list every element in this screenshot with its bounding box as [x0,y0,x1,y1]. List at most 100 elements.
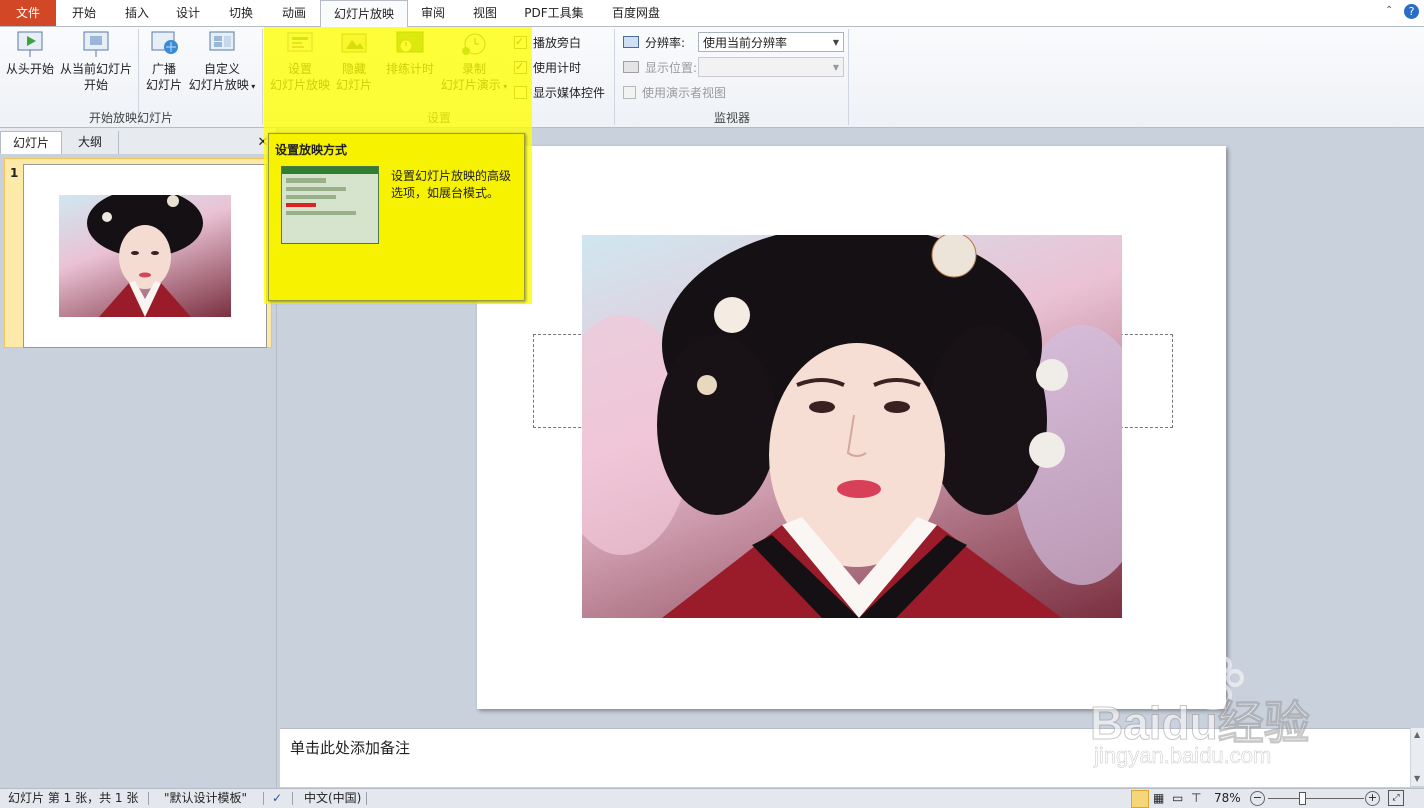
rehearse-label: 排练计时 [385,62,434,76]
setup-label-1: 设置 [287,62,312,76]
hide-slide-icon [339,29,369,59]
tab-view[interactable]: 视图 [460,0,510,26]
custom-show-icon [207,29,237,59]
tab-animations[interactable]: 动画 [268,0,320,26]
custom-slideshow-button[interactable]: 自定义 幻灯片放映 ▾ [186,29,258,95]
spell-check-icon[interactable]: ✓ [272,789,282,808]
group-separator [262,29,263,125]
chevron-down-icon: ▾ [248,82,256,91]
tab-file[interactable]: 文件 [0,0,56,26]
tab-baidu-netdisk[interactable]: 百度网盘 [598,0,674,26]
group-label-monitors: 监视器 [713,111,750,125]
fit-to-window-icon[interactable]: ⤢ [1388,790,1404,806]
tab-review[interactable]: 审阅 [406,0,460,26]
normal-view-icon[interactable] [1131,790,1149,808]
rehearse-timer-icon [395,29,425,59]
slide-number: 1 [10,166,19,180]
monitors-icon [623,61,639,73]
rehearse-timings-button[interactable]: 排练计时 [382,29,438,77]
chevron-down-icon: ▼ [832,63,839,72]
from-beginning-label: 从头开始 [5,62,54,76]
broadcast-button[interactable]: 广播 幻灯片 [142,29,186,93]
status-divider [292,792,293,805]
use-timings-checkbox[interactable]: 使用计时 [514,59,582,76]
theme-status[interactable]: "默认设计模板" [164,789,247,808]
display-on-label: 显示位置: [645,61,698,75]
notes-placeholder[interactable]: 单击此处添加备注 [290,737,410,758]
group-separator [614,29,615,125]
show-media-controls-checkbox[interactable]: 显示媒体控件 [514,85,605,101]
baidu-watermark: Baidu经验 jingyan.baidu.com [1090,656,1350,775]
tab-slides[interactable]: 幻灯片 [0,131,62,155]
setup-slideshow-button[interactable]: 设置 幻灯片放映 [268,29,332,93]
use-timings-label: 使用计时 [533,61,582,75]
display-on-label-row: 显示位置: [623,60,697,76]
broadcast-label-2: 幻灯片 [145,78,182,92]
presenter-view-label: 使用演示者视图 [642,86,727,100]
status-divider [366,792,367,805]
language-status[interactable]: 中文(中国) [304,789,361,808]
group-separator [848,29,849,125]
slide-thumbnail[interactable] [23,164,267,348]
scroll-up-icon[interactable]: ▲ [1414,730,1420,739]
zoom-slider-thumb[interactable] [1299,792,1306,805]
help-icon[interactable]: ? [1404,4,1419,19]
tooltip-description: 设置幻灯片放映的高级 选项，如展台模式。 [391,168,511,202]
checkbox-disabled[interactable] [623,86,636,99]
slide-sorter-icon[interactable]: ▦ [1153,789,1164,808]
pane-tabs: 幻灯片 大纲 ✕ [0,128,276,155]
zoom-level[interactable]: 78% [1214,789,1241,808]
checkbox-unchecked[interactable] [514,86,527,99]
tab-design[interactable]: 设计 [162,0,214,26]
hide-label-1: 隐藏 [341,62,366,76]
setup-label-2: 幻灯片放映 [269,78,330,92]
record-slideshow-button[interactable]: 录制 幻灯片演示 ▾ [438,29,510,95]
resolution-dropdown[interactable]: 使用当前分辨率 ▼ [698,32,844,52]
slide-count-status: 幻灯片 第 1 张，共 1 张 [8,791,139,805]
tab-insert[interactable]: 插入 [112,0,162,26]
from-current-label-2: 开始 [83,78,108,92]
display-on-dropdown[interactable]: ▼ [698,57,844,77]
tab-pdf-tools[interactable]: PDF工具集 [510,0,598,26]
collapse-ribbon-icon[interactable]: ⌃ [1385,5,1393,16]
portrait-image[interactable] [582,235,1122,618]
ribbon: 从头开始 从当前幻灯片 开始 广播 幻灯片 自定义 幻灯片放映 ▾ 开始放映幻灯… [0,27,1424,128]
slide-thumbnail-list: 1 [0,154,276,788]
broadcast-label-1: 广播 [151,62,176,76]
from-beginning-button[interactable]: 从头开始 [2,29,58,77]
tab-outline[interactable]: 大纲 [62,131,119,154]
chevron-down-icon: ▼ [832,38,839,47]
zoom-out-icon[interactable]: − [1250,791,1265,806]
setup-show-icon [285,29,315,59]
presenter-view-checkbox[interactable]: 使用演示者视图 [623,85,726,101]
show-media-label: 显示媒体控件 [533,86,606,100]
hide-label-2: 幻灯片 [335,78,372,92]
slideshow-view-icon[interactable]: ⊤ [1191,789,1201,808]
broadcast-icon [149,29,179,59]
from-current-slide-button[interactable]: 从当前幻灯片 开始 [58,29,134,93]
zoom-in-icon[interactable]: + [1365,791,1380,806]
record-label-2: 幻灯片演示 [440,78,501,92]
tab-slideshow[interactable]: 幻灯片放映 [320,0,408,28]
slides-pane: 幻灯片 大纲 ✕ 1 [0,128,277,788]
custom-show-label-1: 自定义 [203,62,240,76]
resolution-label-row: 分辨率: [623,35,685,51]
resolution-label: 分辨率: [645,36,686,50]
zoom-slider-track[interactable] [1268,798,1364,799]
scroll-down-icon[interactable]: ▼ [1414,774,1420,783]
record-label-1: 录制 [461,62,486,76]
tab-transitions[interactable]: 切换 [214,0,268,26]
play-narrations-label: 播放旁白 [533,36,582,50]
reading-view-icon[interactable]: ▭ [1172,789,1183,808]
hide-slide-button[interactable]: 隐藏 幻灯片 [334,29,374,93]
notes-scrollbar[interactable]: ▲ ▼ [1410,728,1424,786]
resolution-value: 使用当前分辨率 [703,36,788,50]
status-divider [263,792,264,805]
tab-home[interactable]: 开始 [56,0,112,26]
slide[interactable] [477,146,1226,709]
checkbox-checked[interactable] [514,59,527,75]
play-narrations-checkbox[interactable]: 播放旁白 [514,34,582,51]
ribbon-tab-bar: 文件 开始 插入 设计 切换 动画 幻灯片放映 审阅 视图 PDF工具集 百度网… [0,0,1424,28]
tooltip-body-line-1: 设置幻灯片放映的高级 [391,169,512,183]
checkbox-checked[interactable] [514,34,527,50]
